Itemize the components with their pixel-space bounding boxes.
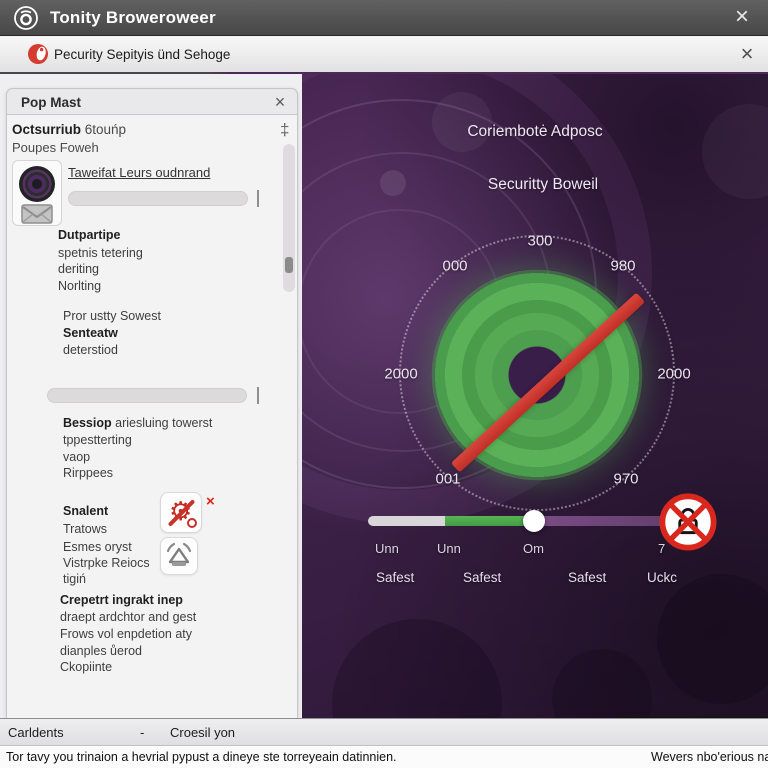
slider-level: Safest — [376, 570, 414, 585]
application-window: Tonity Broweroweer × Pecurity Sepityis ü… — [0, 0, 768, 768]
security-gauge[interactable] — [431, 269, 643, 481]
panel-scrollbar-thumb[interactable] — [285, 257, 293, 273]
footer-left-label[interactable]: Carldents — [8, 725, 64, 740]
panel-line: Rirppees — [63, 466, 113, 480]
panel-line: Vistrpke Reiocs — [63, 556, 150, 570]
panel-line: deterstiod — [63, 343, 118, 357]
dial-label-lower-left: 001 — [435, 471, 460, 488]
panel-line: Senteatw — [63, 326, 118, 340]
identity-card[interactable] — [12, 160, 62, 226]
settings-link[interactable]: Taweifat Leurs oudnrand — [68, 165, 210, 180]
tick-mark — [257, 387, 259, 404]
envelope-icon — [21, 204, 53, 224]
panel-line: vaop — [63, 450, 90, 464]
decor-bokeh — [657, 574, 768, 704]
home-shield-button[interactable] — [160, 537, 198, 575]
settings-panel: Pop Mast × Octsurriub 6touńp Poupes Fowe… — [0, 74, 302, 718]
dial-label-upper-right: 980 — [610, 258, 635, 275]
security-onion-icon — [27, 43, 49, 65]
panel-subheading: Poupes Foweh — [12, 140, 99, 155]
footer-bar: Carldents - Croesil yon — [0, 718, 768, 745]
panel-line: tigiń — [63, 572, 86, 586]
panel-line: Frows vol enpdetion aty — [60, 627, 192, 641]
status-bar: Tor tavy you trinaion a hevrial pypust a… — [0, 745, 768, 768]
panel-line: Pror ustty Sowest — [63, 309, 161, 323]
decor-bokeh — [432, 92, 492, 152]
panel-line: draept ardchtor and gest — [60, 610, 196, 624]
progress-bar-1[interactable] — [68, 191, 248, 206]
onion-icon — [13, 5, 39, 31]
popup-header: Pop Mast × — [6, 88, 298, 115]
dialog-bar: Pecurity Sepityis ünd Sehoge × — [0, 37, 768, 72]
pin-icon[interactable]: ‡ — [280, 120, 289, 140]
slider-thumb[interactable] — [523, 510, 545, 532]
decor-bokeh — [702, 104, 768, 199]
status-right-message: Wevers nbo'erious nad — [651, 750, 768, 764]
main-title: Coriembotė Adposc — [467, 123, 602, 141]
dial-label-mid-left: 2000 — [384, 366, 417, 383]
panel-line: spetnis tetering — [58, 246, 143, 260]
window-close-button[interactable]: × — [728, 3, 756, 31]
blocked-plugin-button[interactable]: ⚙ — [160, 492, 202, 533]
blocked-x-icon: × — [206, 493, 215, 510]
panel-line: deriting — [58, 262, 99, 276]
panel-line: Ckopiinte — [60, 660, 112, 674]
slider-track-gray[interactable] — [368, 516, 445, 526]
panel-line: Bessiop ariesluing towerst — [63, 416, 212, 430]
panel-line: Dutpartipe — [58, 228, 121, 242]
decor-bokeh — [380, 170, 406, 196]
blocked-dot-icon — [187, 518, 197, 528]
dial-label-mid-right: 2000 — [657, 366, 690, 383]
prohibition-lock-icon[interactable] — [659, 493, 717, 551]
panel-line: tppestterting — [63, 433, 132, 447]
lens-icon — [19, 166, 55, 202]
slider-level: Uckc — [647, 570, 677, 585]
slider-value: Om — [523, 541, 544, 556]
slider-value: Unn — [437, 541, 461, 556]
home-shield-icon — [161, 538, 197, 574]
dialog-title: Pecurity Sepityis ünd Sehoge — [54, 47, 230, 62]
slider-level: Safest — [568, 570, 606, 585]
progress-bar-2[interactable] — [47, 388, 247, 403]
dialog-close-button[interactable]: × — [734, 39, 760, 65]
dial-label-lower-right: 970 — [613, 471, 638, 488]
dial-label-top: 300 — [527, 233, 552, 250]
decor-bokeh — [552, 649, 652, 718]
panel-line: Tratows — [63, 522, 107, 536]
slider-track-green[interactable] — [445, 516, 533, 526]
popup-title: Pop Mast — [21, 95, 81, 110]
slider-value: Unn — [375, 541, 399, 556]
panel-line: Snalent — [63, 504, 108, 518]
main-subtitle: Securitty Boweil — [488, 176, 598, 194]
tick-mark — [257, 190, 259, 207]
status-message: Tor tavy you trinaion a hevrial pypust a… — [6, 750, 397, 764]
dial-label-upper-left: 000 — [442, 258, 467, 275]
panel-line: dianples ůerod — [60, 644, 142, 658]
panel-heading: Octsurriub 6touńp — [12, 122, 126, 137]
security-dial-area: Coriembotė Adposc Securitty Boweil 300 0… — [302, 74, 768, 718]
footer-right-label[interactable]: Croesil yon — [170, 725, 235, 740]
popup-close-button[interactable]: × — [269, 90, 291, 114]
slider-level: Safest — [463, 570, 501, 585]
footer-separator: - — [140, 725, 144, 740]
title-bar: Tonity Broweroweer × — [0, 0, 768, 36]
panel-line: Norlting — [58, 279, 101, 293]
panel-line: Esmes oryst — [63, 540, 132, 554]
decor-bokeh — [332, 619, 502, 718]
window-title: Tonity Broweroweer — [50, 8, 216, 28]
panel-line: Crepetrt ingrakt inep — [60, 593, 183, 607]
